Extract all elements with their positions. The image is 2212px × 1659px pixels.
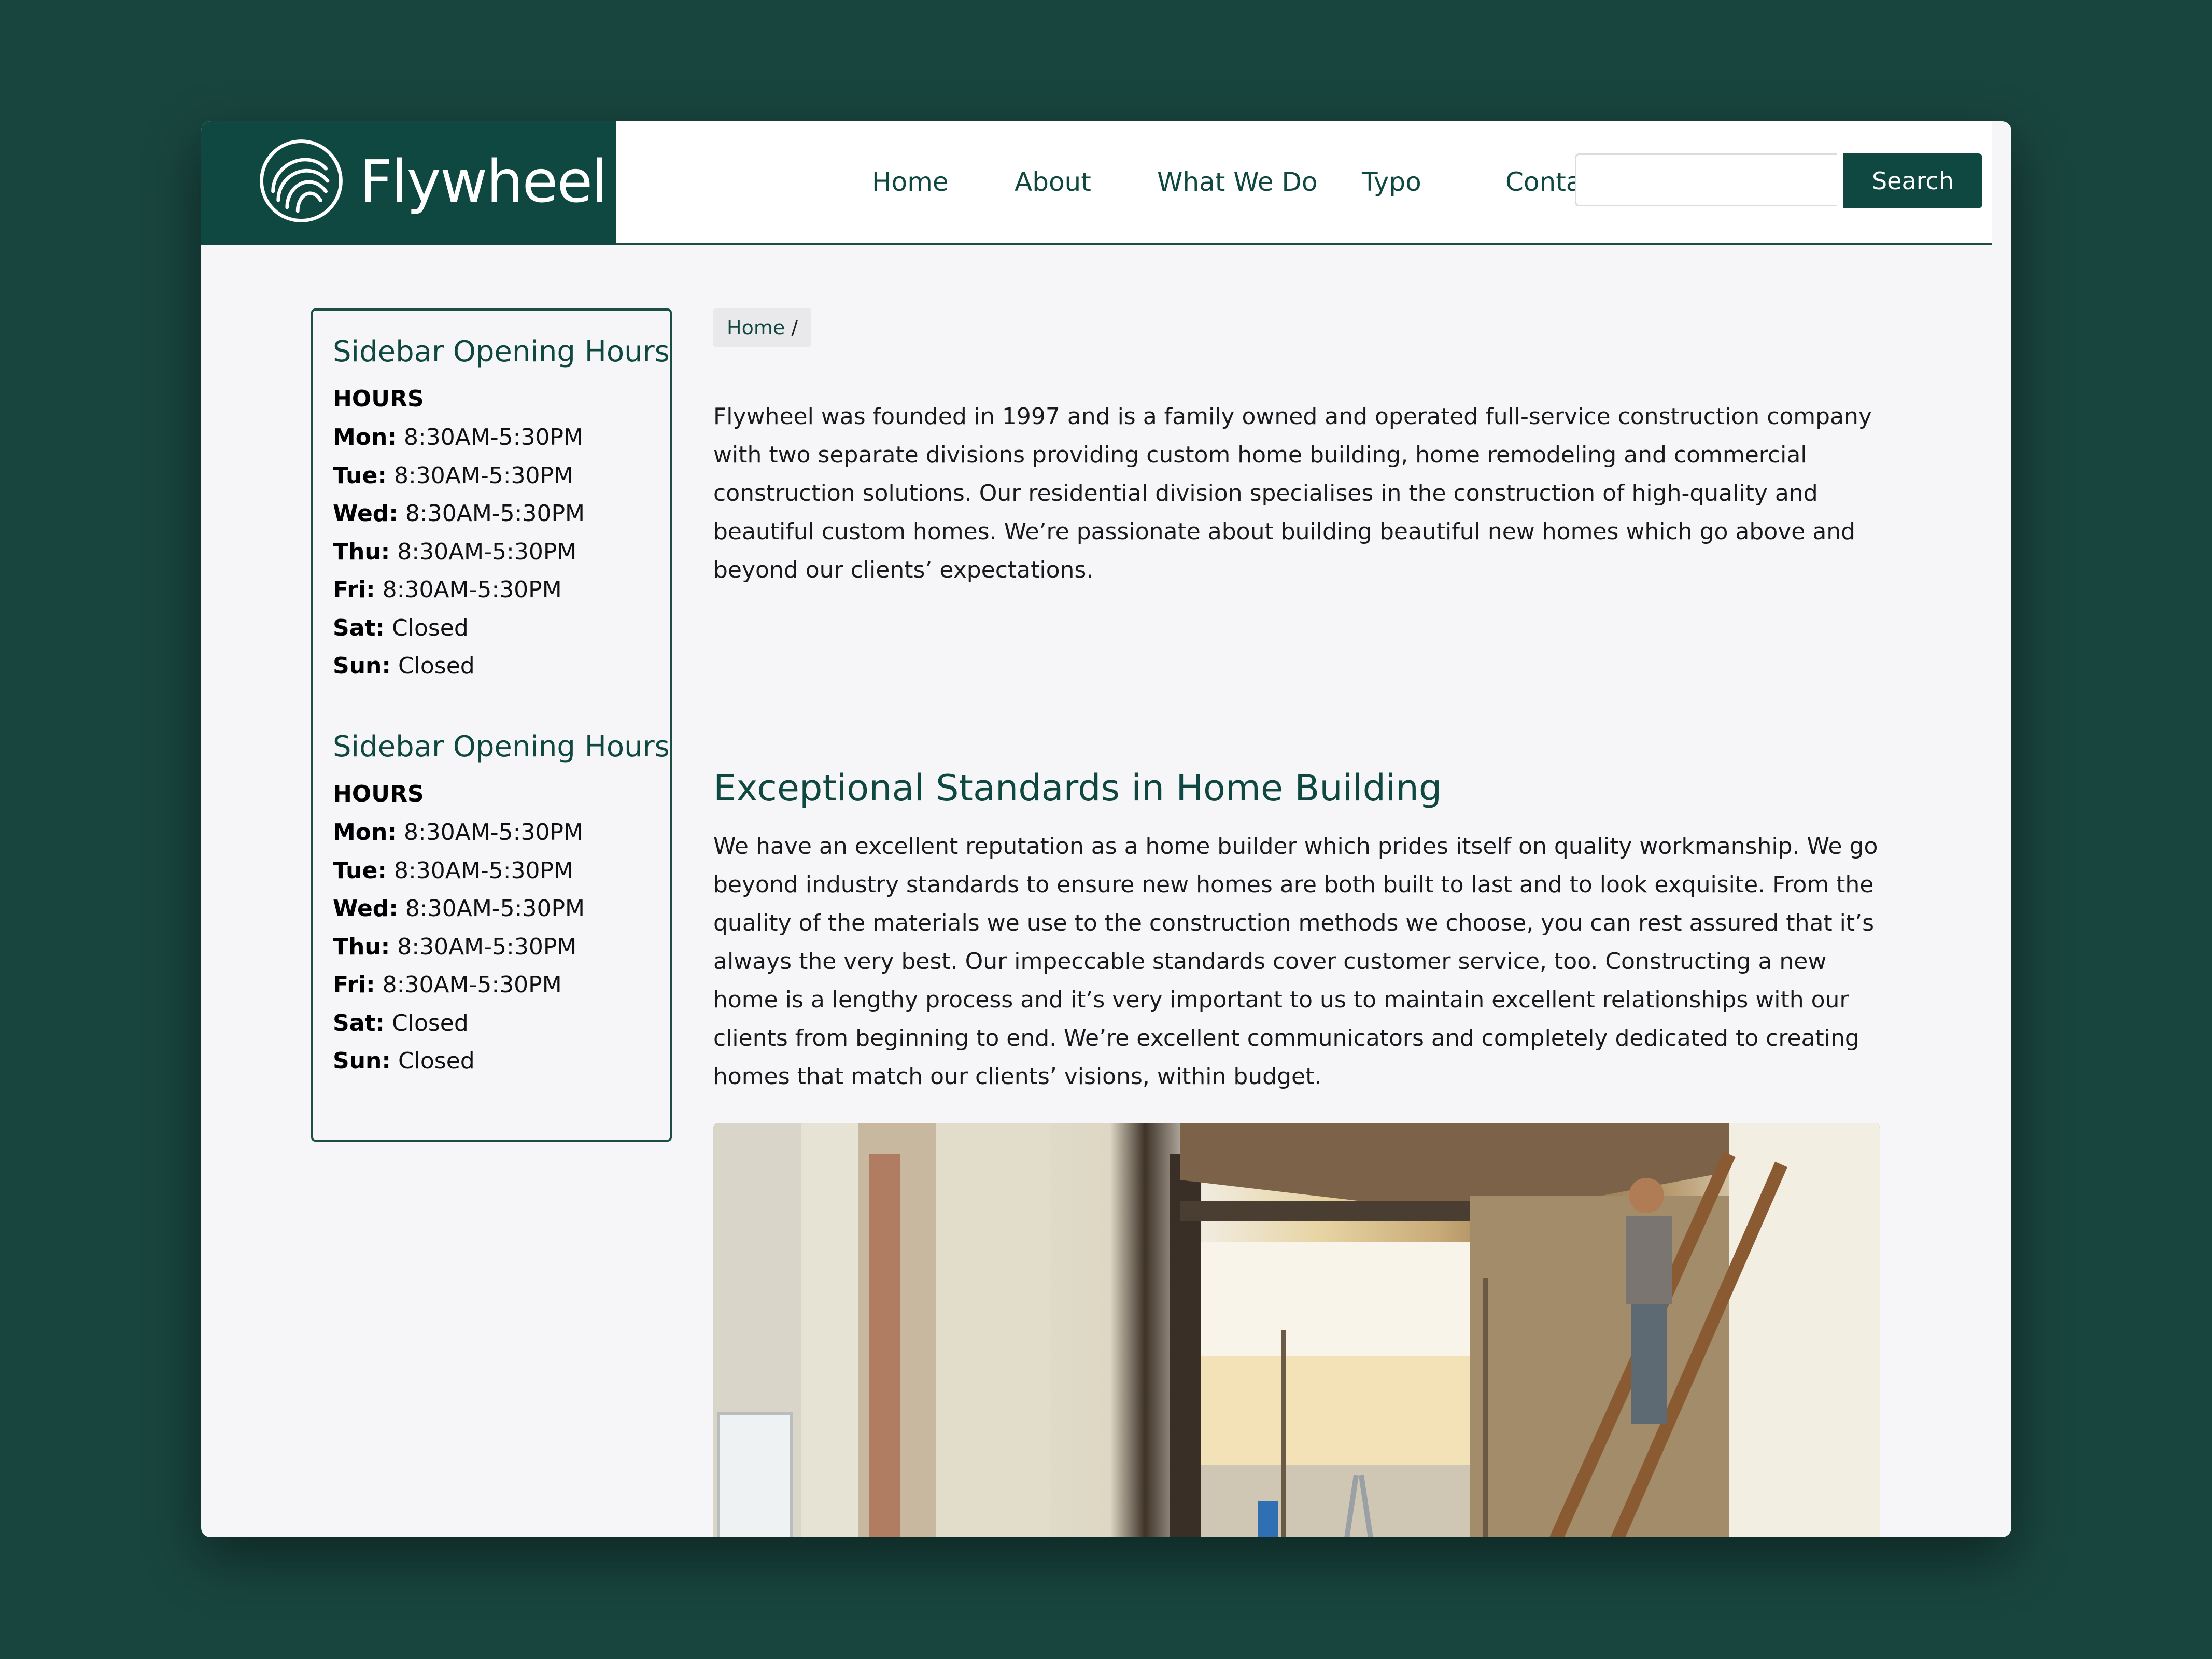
- nav-item-what-we-do[interactable]: What We Do: [1157, 165, 1318, 199]
- hours-row: Thu: 8:30AM-5:30PM: [333, 928, 665, 966]
- nav-item-typo[interactable]: Typo: [1362, 165, 1421, 199]
- day-label: Mon:: [333, 819, 397, 846]
- hours-row: Sat: Closed: [333, 609, 665, 648]
- hours-row: Thu: 8:30AM-5:30PM: [333, 533, 665, 571]
- brand-name: Flywheel: [359, 148, 608, 216]
- section-paragraph: We have an excellent reputation as a hom…: [713, 833, 1878, 1090]
- hours-value: 8:30AM-5:30PM: [405, 500, 585, 527]
- day-label: Sat:: [333, 614, 385, 641]
- search-input[interactable]: [1575, 153, 1837, 206]
- nav-item-about[interactable]: About: [1015, 165, 1091, 199]
- day-label: Fri:: [333, 577, 375, 603]
- hours-row: Wed: 8:30AM-5:30PM: [333, 890, 665, 928]
- day-label: Mon:: [333, 424, 397, 451]
- hours-row: Tue: 8:30AM-5:30PM: [333, 852, 665, 890]
- hours-value: Closed: [398, 1048, 475, 1074]
- hours-row: Wed: 8:30AM-5:30PM: [333, 495, 665, 533]
- hours-row: Mon: 8:30AM-5:30PM: [333, 813, 665, 852]
- day-label: Thu:: [333, 538, 390, 565]
- day-label: Wed:: [333, 500, 398, 527]
- hours-value: 8:30AM-5:30PM: [393, 857, 574, 884]
- day-label: Sat:: [333, 1009, 385, 1036]
- main-content: Home / Flywheel was founded in 1997 and …: [713, 308, 1885, 1537]
- breadcrumb-home-link[interactable]: Home: [727, 316, 785, 339]
- day-label: Tue:: [333, 857, 387, 884]
- search-button[interactable]: Search: [1843, 153, 1982, 208]
- sidebar: Sidebar Opening Hours HOURS Mon: 8:30AM-…: [311, 308, 672, 1142]
- day-label: Sun:: [333, 653, 391, 679]
- hours-heading: HOURS: [333, 386, 424, 412]
- day-label: Fri:: [333, 972, 375, 998]
- hours-value: 8:30AM-5:30PM: [403, 424, 583, 451]
- hours-row: Sun: Closed: [333, 647, 665, 685]
- opening-hours-widget: Sidebar Opening Hours HOURS Mon: 8:30AM-…: [333, 333, 670, 685]
- hours-heading: HOURS: [333, 781, 424, 807]
- hours-value: Closed: [398, 653, 475, 679]
- hours-row: Sat: Closed: [333, 1004, 665, 1043]
- browser-window: Flywheel Home About What We Do Typo Cont…: [201, 121, 2011, 1537]
- day-label: Tue:: [333, 462, 387, 489]
- widget-title: Sidebar Opening Hours: [333, 335, 670, 369]
- construction-photo: [713, 1123, 1880, 1537]
- hours-value: 8:30AM-5:30PM: [403, 819, 583, 846]
- hours-value: Closed: [392, 614, 469, 641]
- breadcrumb-separator: /: [791, 316, 798, 339]
- day-label: Wed:: [333, 895, 398, 922]
- logo-block[interactable]: Flywheel: [201, 121, 616, 245]
- construction-scene-image: [713, 1123, 1880, 1537]
- hours-row: Fri: 8:30AM-5:30PM: [333, 966, 665, 1004]
- hours-row: Tue: 8:30AM-5:30PM: [333, 457, 665, 495]
- hours-value: 8:30AM-5:30PM: [393, 462, 574, 489]
- breadcrumb: Home /: [713, 308, 812, 347]
- hours-value: 8:30AM-5:30PM: [397, 538, 577, 565]
- hours-row: Fri: 8:30AM-5:30PM: [333, 571, 665, 609]
- intro-paragraph: Flywheel was founded in 1997 and is a fa…: [713, 403, 1872, 583]
- hours-value: 8:30AM-5:30PM: [397, 933, 577, 960]
- hours-row: Mon: 8:30AM-5:30PM: [333, 418, 665, 457]
- hours-value: 8:30AM-5:30PM: [382, 972, 562, 998]
- spiral-swirl-icon: [260, 139, 343, 222]
- section-title: Exceptional Standards in Home Building: [713, 767, 1442, 809]
- day-label: Thu:: [333, 933, 390, 960]
- site-header: Flywheel Home About What We Do Typo Cont…: [201, 121, 1992, 245]
- hours-value: 8:30AM-5:30PM: [382, 577, 562, 603]
- opening-hours-widget: Sidebar Opening Hours HOURS Mon: 8:30AM-…: [333, 728, 670, 1080]
- nav-item-home[interactable]: Home: [872, 165, 949, 199]
- hours-row: Sun: Closed: [333, 1042, 665, 1080]
- hours-value: 8:30AM-5:30PM: [405, 895, 585, 922]
- hours-value: Closed: [392, 1009, 469, 1036]
- widget-title: Sidebar Opening Hours: [333, 730, 670, 764]
- day-label: Sun:: [333, 1048, 391, 1074]
